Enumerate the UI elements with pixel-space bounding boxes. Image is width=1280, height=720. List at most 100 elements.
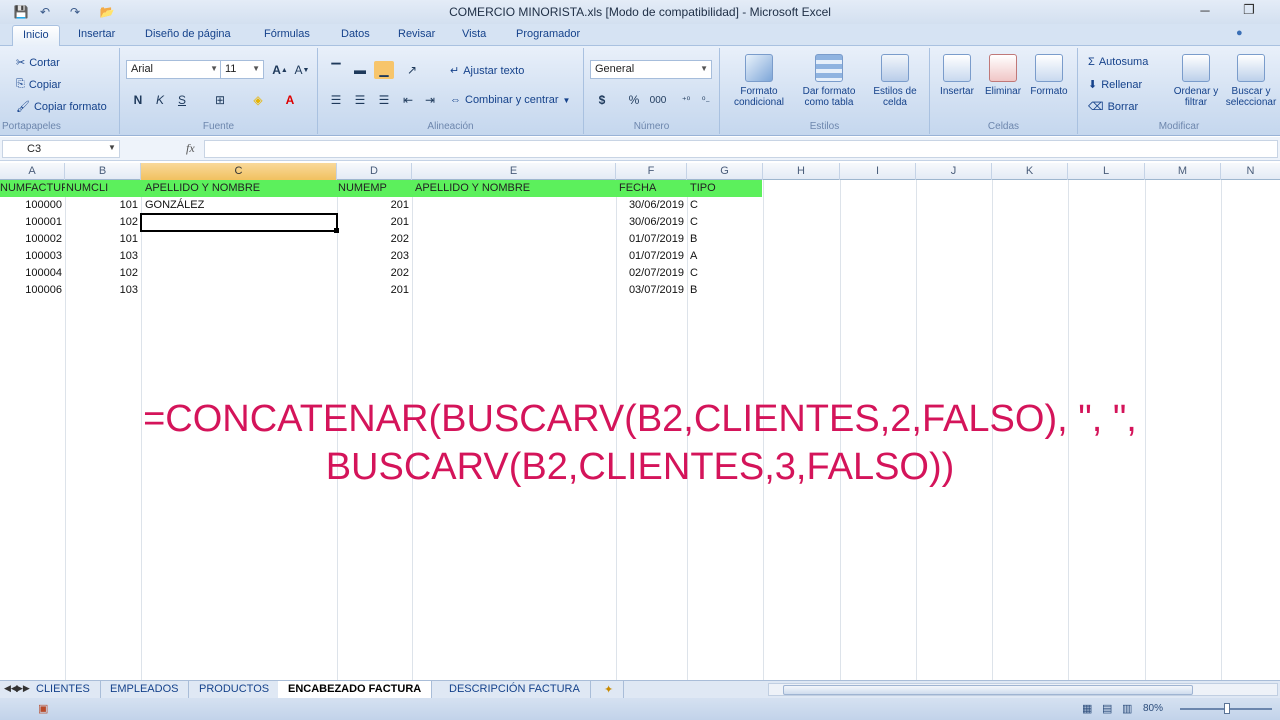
header-cell[interactable]: NUMCLI bbox=[66, 180, 141, 197]
header-cell[interactable]: APELLIDO Y NOMBRE bbox=[415, 180, 615, 197]
scrollbar-thumb[interactable] bbox=[783, 685, 1193, 695]
delete-cells-button[interactable]: Eliminar bbox=[980, 54, 1026, 97]
table-cell[interactable]: 202 bbox=[337, 231, 412, 248]
table-cell[interactable]: 100000 bbox=[0, 197, 65, 214]
header-cell[interactable]: NUMEMP bbox=[338, 180, 412, 197]
table-cell[interactable]: 201 bbox=[337, 214, 412, 231]
align-center-icon[interactable]: ☰ bbox=[350, 91, 370, 109]
table-cell[interactable]: 30/06/2019 bbox=[616, 214, 687, 231]
table-cell[interactable]: B bbox=[690, 231, 762, 248]
align-bottom-icon[interactable]: ▁ bbox=[374, 61, 394, 79]
minimize-button[interactable]: ─ bbox=[1192, 1, 1218, 19]
table-cell[interactable] bbox=[145, 265, 335, 282]
table-cell[interactable]: C bbox=[690, 197, 762, 214]
table-cell[interactable] bbox=[415, 197, 615, 214]
normal-view-icon[interactable]: ▦ bbox=[1082, 702, 1092, 715]
column-header-n[interactable]: N bbox=[1221, 163, 1280, 180]
column-header-m[interactable]: M bbox=[1145, 163, 1221, 180]
zoom-slider-handle[interactable] bbox=[1224, 703, 1230, 714]
increase-decimal-icon[interactable]: ⁺⁰ bbox=[676, 91, 696, 109]
italic-button[interactable]: K bbox=[150, 91, 170, 109]
sheet-tab-empleados[interactable]: EMPLEADOS bbox=[100, 681, 190, 698]
format-painter-button[interactable]: 🖌 Copiar formato bbox=[16, 100, 107, 114]
tab-formulas[interactable]: Fórmulas bbox=[264, 28, 310, 40]
bold-button[interactable]: N bbox=[128, 91, 148, 109]
table-cell[interactable] bbox=[415, 214, 615, 231]
font-family-select[interactable]: Arial ▼ bbox=[126, 60, 222, 79]
conditional-format-button[interactable]: Formato condicional bbox=[726, 54, 792, 108]
fill-color-icon[interactable]: ◈ bbox=[248, 91, 268, 109]
horizontal-scrollbar[interactable] bbox=[768, 683, 1278, 696]
table-cell[interactable]: 100006 bbox=[0, 282, 65, 299]
number-format-select[interactable]: General ▼ bbox=[590, 60, 712, 79]
table-cell[interactable] bbox=[415, 282, 615, 299]
table-cell[interactable]: B bbox=[690, 282, 762, 299]
table-cell[interactable] bbox=[415, 265, 615, 282]
align-top-icon[interactable]: ▔ bbox=[326, 61, 346, 79]
sheet-tab-productos[interactable]: PRODUCTOS bbox=[189, 681, 281, 698]
tab-vista[interactable]: Vista bbox=[462, 28, 486, 40]
column-header-i[interactable]: I bbox=[840, 163, 916, 180]
page-break-icon[interactable]: ▥ bbox=[1122, 702, 1132, 715]
header-cell[interactable]: FECHA bbox=[619, 180, 687, 197]
table-cell[interactable]: 202 bbox=[337, 265, 412, 282]
format-table-button[interactable]: Dar formato como tabla bbox=[796, 54, 862, 108]
align-left-icon[interactable]: ☰ bbox=[326, 91, 346, 109]
table-cell[interactable] bbox=[415, 231, 615, 248]
thousands-button[interactable]: 000 bbox=[648, 91, 668, 109]
table-cell[interactable]: C bbox=[690, 214, 762, 231]
cut-button[interactable]: ✂ Cortar bbox=[16, 56, 60, 70]
increase-indent-icon[interactable]: ⇥ bbox=[420, 91, 440, 109]
table-cell[interactable]: 101 bbox=[65, 197, 141, 214]
table-cell[interactable] bbox=[145, 248, 335, 265]
table-cell[interactable]: 102 bbox=[65, 214, 141, 231]
align-right-icon[interactable]: ☰ bbox=[374, 91, 394, 109]
orientation-icon[interactable]: ↗ bbox=[402, 61, 422, 79]
column-header-e[interactable]: E bbox=[412, 163, 616, 180]
restore-button[interactable]: ❐ bbox=[1236, 1, 1262, 19]
page-layout-icon[interactable]: ▤ bbox=[1102, 702, 1112, 715]
tab-programador[interactable]: Programador bbox=[516, 28, 580, 40]
column-header-d[interactable]: D bbox=[337, 163, 412, 180]
tab-revisar[interactable]: Revisar bbox=[398, 28, 435, 40]
tab-datos[interactable]: Datos bbox=[341, 28, 370, 40]
decrease-decimal-icon[interactable]: ⁰₋ bbox=[696, 91, 716, 109]
tab-diseno-pagina[interactable]: Diseño de página bbox=[145, 28, 231, 40]
column-header-f[interactable]: F bbox=[616, 163, 687, 180]
table-cell[interactable]: 201 bbox=[337, 282, 412, 299]
insert-cells-button[interactable]: Insertar bbox=[934, 54, 980, 97]
table-cell[interactable]: 103 bbox=[65, 282, 141, 299]
active-cell-cursor[interactable] bbox=[140, 213, 338, 232]
table-cell[interactable]: 02/07/2019 bbox=[616, 265, 687, 282]
table-cell[interactable]: 30/06/2019 bbox=[616, 197, 687, 214]
wrap-text-button[interactable]: ↵ Ajustar texto bbox=[450, 64, 524, 78]
table-cell[interactable] bbox=[145, 231, 335, 248]
table-cell[interactable]: 100003 bbox=[0, 248, 65, 265]
fill-handle[interactable] bbox=[334, 228, 339, 233]
table-cell[interactable]: GONZÁLEZ bbox=[145, 197, 335, 214]
underline-button[interactable]: S bbox=[172, 91, 192, 109]
table-cell[interactable]: 01/07/2019 bbox=[616, 248, 687, 265]
table-cell[interactable]: 103 bbox=[65, 248, 141, 265]
insert-function-button[interactable]: fx bbox=[186, 141, 195, 156]
font-color-icon[interactable]: A bbox=[280, 91, 300, 109]
tab-inicio[interactable]: Inicio bbox=[12, 25, 60, 47]
table-cell[interactable]: 100002 bbox=[0, 231, 65, 248]
help-icon[interactable]: ● bbox=[1236, 27, 1243, 39]
table-cell[interactable]: 03/07/2019 bbox=[616, 282, 687, 299]
column-header-j[interactable]: J bbox=[916, 163, 992, 180]
align-middle-icon[interactable]: ▬ bbox=[350, 61, 370, 79]
table-cell[interactable]: 201 bbox=[337, 197, 412, 214]
header-cell[interactable]: NUMFACTURA bbox=[0, 180, 65, 197]
find-select-button[interactable]: Buscar y seleccionar bbox=[1222, 54, 1280, 108]
macro-record-icon[interactable]: ▣ bbox=[38, 702, 48, 715]
table-cell[interactable]: 01/07/2019 bbox=[616, 231, 687, 248]
insert-sheet-icon[interactable]: ✦ bbox=[594, 681, 625, 698]
table-cell[interactable]: 101 bbox=[65, 231, 141, 248]
header-cell[interactable]: TIPO bbox=[690, 180, 762, 197]
currency-button[interactable]: $ bbox=[592, 91, 612, 109]
name-box[interactable]: C3 bbox=[2, 140, 120, 158]
tab-insertar[interactable]: Insertar bbox=[78, 28, 115, 40]
sheet-tab-descripcion-factura[interactable]: DESCRIPCIÓN FACTURA bbox=[439, 681, 591, 698]
table-cell[interactable]: 100001 bbox=[0, 214, 65, 231]
